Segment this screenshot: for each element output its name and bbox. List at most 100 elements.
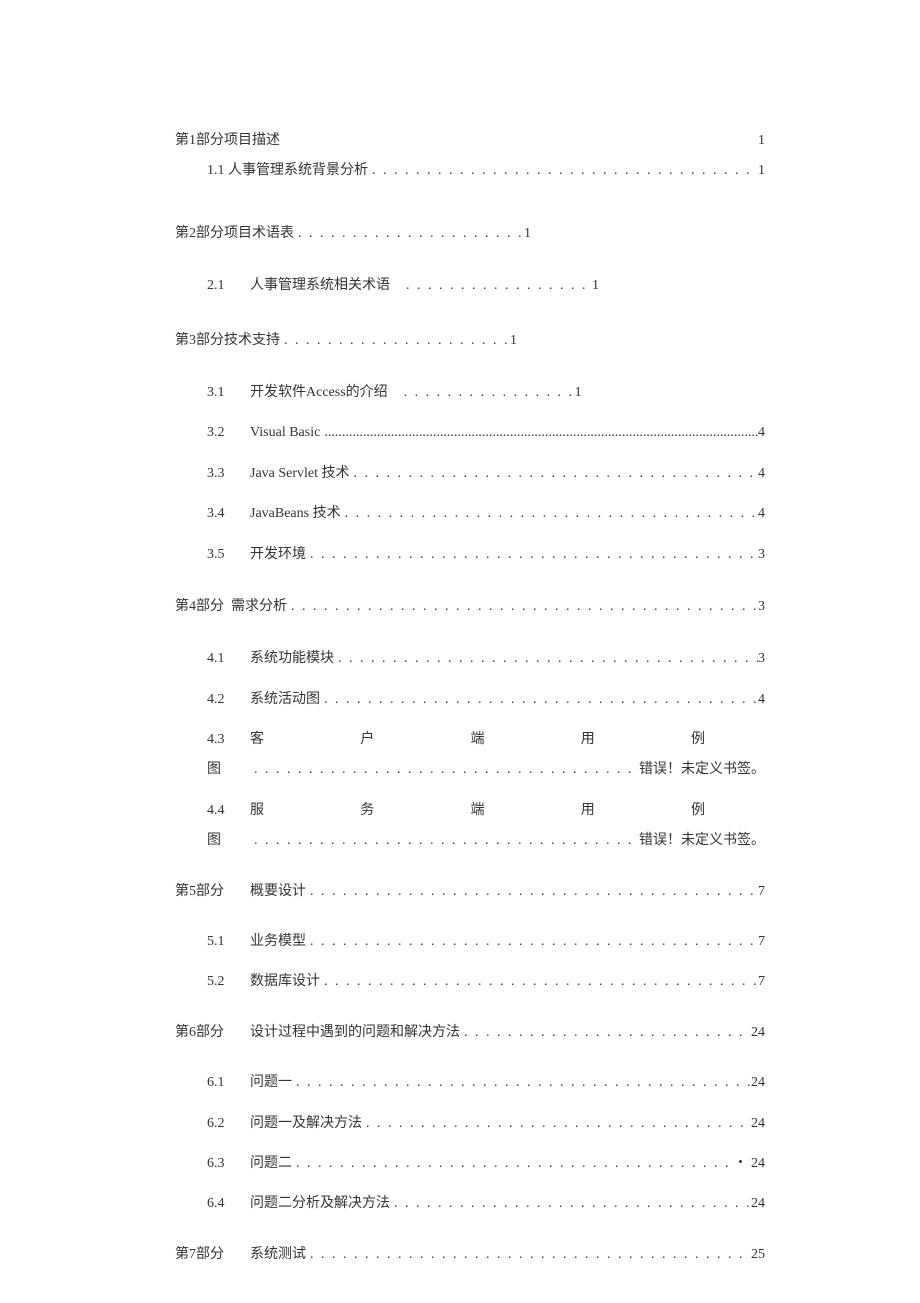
toc-page: 24 [751, 1193, 765, 1215]
toc-entry-p6: 第6部分 设计过程中遇到的问题和解决方法 . . . . . . . . . .… [175, 1022, 765, 1044]
toc-num: 4.4 [175, 800, 250, 822]
toc-label: 人事管理系统相关术语 [250, 275, 390, 297]
toc-entry-p3-3: 3.3 Java Servlet 技术 . . . . . . . . . . … [175, 463, 765, 485]
toc-entry-p2-1: 2.1 人事管理系统相关术语 . . . . . . . . . . . . .… [175, 275, 765, 297]
toc-leader: . . . . . . . . . . . . . . . . . . . . … [402, 275, 592, 297]
toc-label: 第7部分 [175, 1244, 250, 1266]
toc-leader: . . . . . . . . . . . . . . . . . . . . … [306, 931, 758, 953]
toc-entry-p6-2: 6.2 问题一及解决方法 . . . . . . . . . . . . . .… [175, 1113, 765, 1135]
toc-num: 图 [175, 759, 250, 781]
toc-page: 24 [751, 1022, 765, 1044]
toc-page: 7 [758, 881, 765, 903]
toc-leader: . . . . . . . . . . . . . . . . . . . . … [306, 881, 758, 903]
toc-page: 1 [758, 130, 765, 152]
toc-entry-p1: 第1部分项目描述 1 [175, 130, 765, 152]
toc-leader: . . . . . . . . . . . . . . . . . . . . … [306, 1244, 751, 1266]
toc-leader: . . . . . . . . . . . . . . . . . . . . … [280, 330, 510, 352]
toc-entry-p5: 第5部分 概要设计 . . . . . . . . . . . . . . . … [175, 881, 765, 903]
toc-leader: . . . . . . . . . . . . . . . . . . . . … [350, 463, 758, 485]
toc-page: 3 [758, 596, 765, 618]
toc-page: 7 [758, 931, 765, 953]
toc-num: 6.1 [175, 1072, 250, 1094]
toc-leader: . . . . . . . . . . . . . . . . . . . . … [292, 1072, 751, 1094]
toc-leader: . . . . . . . . . . . . . . . . . . . . … [292, 1153, 734, 1175]
toc-page: 错误！未定义书签。 [639, 830, 765, 852]
toc-page: 1 [510, 330, 517, 352]
toc-label: Visual Basic [250, 422, 320, 444]
toc-entry-p6-3: 6.3 问题二 . . . . . . . . . . . . . . . . … [175, 1153, 765, 1175]
toc-page: 1 [575, 382, 582, 404]
toc-num: 3.3 [175, 463, 250, 485]
toc-label: 第4部分 需求分析 [175, 596, 287, 618]
toc-num: 图 [175, 830, 250, 852]
toc-page: 1 [758, 160, 765, 182]
toc-leader: . . . . . . . . . . . . . . . . . . . . … [287, 596, 758, 618]
toc-leader: . . . . . . . . . . . . . . . . . . . . … [294, 223, 524, 245]
toc-num: 4.3 [175, 729, 250, 751]
toc-label-spread: 服务端用例 [250, 800, 765, 822]
toc-label: 第1部分项目描述 [175, 130, 280, 152]
toc-label: 开发软件Access的介绍 [250, 382, 388, 404]
table-of-contents: 第1部分项目描述 1 1.1 人事管理系统背景分析 . . . . . . . … [175, 130, 765, 1266]
toc-num: 3.4 [175, 503, 250, 525]
toc-label: 第2部分项目术语表 [175, 223, 294, 245]
toc-entry-p4: 第4部分 需求分析 . . . . . . . . . . . . . . . … [175, 596, 765, 618]
toc-label: 问题二 [250, 1153, 292, 1175]
toc-entry-p6-4: 6.4 问题二分析及解决方法 . . . . . . . . . . . . .… [175, 1193, 765, 1215]
toc-entry-p6-1: 6.1 问题一 . . . . . . . . . . . . . . . . … [175, 1072, 765, 1094]
toc-num: 3.5 [175, 544, 250, 566]
toc-entry-p2: 第2部分项目术语表 . . . . . . . . . . . . . . . … [175, 223, 765, 245]
toc-num: 6.2 [175, 1113, 250, 1135]
toc-page: 4 [758, 689, 765, 711]
toc-page: 1 [592, 275, 599, 297]
toc-leader: . . . . . . . . . . . . . . . . . . . . … [460, 1022, 751, 1044]
toc-label: 数据库设计 [250, 971, 320, 993]
toc-page: 3 [758, 544, 765, 566]
toc-page: 25 [751, 1244, 765, 1266]
toc-label: 问题一及解决方法 [250, 1113, 362, 1135]
toc-page: 3 [758, 648, 765, 670]
toc-num: 5.1 [175, 931, 250, 953]
toc-entry-p7: 第7部分 系统测试 . . . . . . . . . . . . . . . … [175, 1244, 765, 1266]
toc-label: 第6部分 [175, 1022, 250, 1044]
toc-page: 7 [758, 971, 765, 993]
toc-label: 问题二分析及解决方法 [250, 1193, 390, 1215]
toc-leader: . . . . . . . . . . . . . . . . . . . . … [250, 830, 639, 852]
toc-label: 系统活动图 [250, 689, 320, 711]
toc-label: 第5部分 [175, 881, 250, 903]
toc-entry-p5-1: 5.1 业务模型 . . . . . . . . . . . . . . . .… [175, 931, 765, 953]
toc-entry-p1-1: 1.1 人事管理系统背景分析 . . . . . . . . . . . . .… [175, 160, 765, 182]
toc-entry-p4-4-wrap: 图 . . . . . . . . . . . . . . . . . . . … [175, 830, 765, 852]
toc-leader: . . . . . . . . . . . . . . . . . . . . … [368, 160, 758, 182]
toc-leader: . . . . . . . . . . . . . . . . . . . . … [334, 648, 758, 670]
toc-label-text: 概要设计 [250, 881, 306, 903]
toc-label: 系统功能模块 [250, 648, 334, 670]
toc-entry-p3-5: 3.5 开发环境 . . . . . . . . . . . . . . . .… [175, 544, 765, 566]
toc-leader: . . . . . . . . . . . . . . . . . . . . … [362, 1113, 751, 1135]
toc-leader: . . . . . . . . . . . . . . . . . . . . … [390, 1193, 751, 1215]
toc-leader: . . . . . . . . . . . . . . . . . . . . … [400, 382, 575, 404]
toc-entry-p3-4: 3.4 JavaBeans 技术 . . . . . . . . . . . .… [175, 503, 765, 525]
toc-page: 24 [751, 1113, 765, 1135]
toc-label-spread: 客户端用例 [250, 729, 765, 751]
toc-num: 2.1 [175, 275, 250, 297]
toc-page: 1 [524, 223, 531, 245]
toc-leader: . . . . . . . . . . . . . . . . . . . . … [341, 503, 758, 525]
toc-label: 开发环境 [250, 544, 306, 566]
toc-label: 问题一 [250, 1072, 292, 1094]
toc-entry-p3: 第3部分技术支持 . . . . . . . . . . . . . . . .… [175, 330, 765, 352]
toc-entry-p4-2: 4.2 系统活动图 . . . . . . . . . . . . . . . … [175, 689, 765, 711]
toc-leader: . . . . . . . . . . . . . . . . . . . . … [250, 759, 639, 781]
toc-page: 4 [758, 503, 765, 525]
toc-entry-p4-3: 4.3 客户端用例 [175, 729, 765, 751]
toc-entry-p4-4: 4.4 服务端用例 [175, 800, 765, 822]
toc-label: 1.1 人事管理系统背景分析 [207, 160, 368, 182]
toc-leader: . . . . . . . . . . . . . . . . . . . . … [320, 689, 758, 711]
toc-label: 第3部分技术支持 [175, 330, 280, 352]
toc-page: 24 [751, 1072, 765, 1094]
toc-leader: . . . . . . . . . . . . . . . . . . . . … [320, 971, 758, 993]
toc-num: 4.1 [175, 648, 250, 670]
toc-leader: . . . . . . . . . . . . . . . . . . . . … [306, 544, 758, 566]
toc-label: 业务模型 [250, 931, 306, 953]
toc-num: 3.2 [175, 422, 250, 444]
